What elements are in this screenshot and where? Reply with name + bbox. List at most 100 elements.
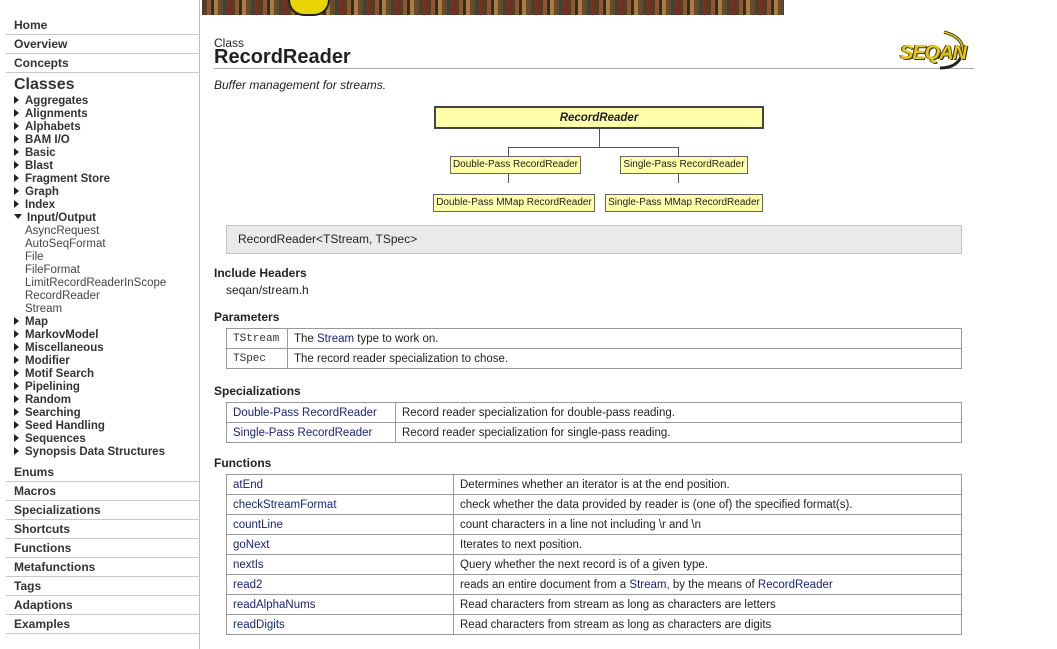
- sidebar-category-label: Modifier: [25, 355, 70, 367]
- sidebar-subitem-recordreader[interactable]: RecordReader: [25, 290, 199, 303]
- sidebar-nav: Home Overview Concepts Classes Aggregate…: [0, 0, 200, 649]
- hierarchy-root-node[interactable]: RecordReader: [434, 106, 764, 129]
- seqan-logo: SEQAN: [900, 28, 972, 70]
- hierarchy-node-double-pass-mmap[interactable]: Double-Pass MMap RecordReader: [433, 194, 595, 212]
- table-row: nextIs Query whether the next record is o…: [226, 554, 962, 575]
- function-link-checkstreamformat[interactable]: checkStreamFormat: [233, 499, 337, 511]
- hierarchy-node-double-pass[interactable]: Double-Pass RecordReader: [450, 156, 581, 174]
- hierarchy-node-single-pass[interactable]: Single-Pass RecordReader: [620, 156, 748, 174]
- sidebar-category-sequences[interactable]: Sequences: [14, 433, 199, 446]
- sidebar-category-label: Miscellaneous: [25, 342, 104, 354]
- sidebar-category-miscellaneous[interactable]: Miscellaneous: [14, 342, 199, 355]
- sidebar-category-label: BAM I/O: [25, 134, 70, 146]
- sidebar-category-label: MarkovModel: [25, 329, 99, 341]
- spec-link-single-pass[interactable]: Single-Pass RecordReader: [233, 427, 372, 439]
- triangle-right-icon: [14, 408, 19, 416]
- function-name-cell: atEnd: [226, 474, 454, 495]
- function-link-gonext[interactable]: goNext: [233, 539, 269, 551]
- sidebar-category-label: Graph: [25, 186, 59, 198]
- sidebar-link-enums[interactable]: Enums: [6, 463, 200, 482]
- sidebar-link-metafunctions[interactable]: Metafunctions: [6, 558, 200, 577]
- sidebar-link-concepts[interactable]: Concepts: [6, 54, 200, 73]
- sidebar-category-graph[interactable]: Graph: [14, 186, 199, 199]
- sidebar-link-examples[interactable]: Examples: [6, 615, 200, 634]
- triangle-right-icon: [14, 200, 19, 208]
- function-link-read2[interactable]: read2: [233, 579, 262, 591]
- spec-link-double-pass[interactable]: Double-Pass RecordReader: [233, 407, 377, 419]
- sidebar-subitem-asyncrequest[interactable]: AsyncRequest: [25, 225, 199, 238]
- sidebar-subitem-limitrecordreaderinscope[interactable]: LimitRecordReaderInScope: [25, 277, 199, 290]
- sidebar-link-functions[interactable]: Functions: [6, 539, 200, 558]
- spec-desc: Record reader specialization for double-…: [395, 402, 962, 423]
- sidebar-category-modifier[interactable]: Modifier: [14, 355, 199, 368]
- sidebar-category-alignments[interactable]: Alignments: [14, 108, 199, 121]
- sidebar-category-pipelining[interactable]: Pipelining: [14, 381, 199, 394]
- sidebar-subitem-fileformat[interactable]: FileFormat: [25, 264, 199, 277]
- hierarchy-connector: [508, 147, 509, 156]
- table-row: readDigits Read characters from stream as…: [226, 614, 962, 635]
- sidebar-link-home[interactable]: Home: [6, 16, 200, 35]
- sidebar-category-markovmodel[interactable]: MarkovModel: [14, 329, 199, 342]
- page-title: RecordReader: [214, 46, 351, 68]
- spec-name-cell: Single-Pass RecordReader: [226, 422, 396, 443]
- sidebar-category-map[interactable]: Map: [14, 316, 199, 329]
- sidebar-link-macros[interactable]: Macros: [6, 482, 200, 501]
- sidebar-category-index[interactable]: Index: [14, 199, 199, 212]
- sidebar-category-random[interactable]: Random: [14, 394, 199, 407]
- function-name-cell: checkStreamFormat: [226, 494, 454, 515]
- triangle-right-icon: [14, 187, 19, 195]
- sidebar-category-seed-handling[interactable]: Seed Handling: [14, 420, 199, 433]
- recordreader-link[interactable]: RecordReader: [758, 579, 833, 591]
- hierarchy-connector: [508, 174, 509, 183]
- sidebar-link-overview[interactable]: Overview: [6, 35, 200, 54]
- sidebar-category-label: Alphabets: [25, 121, 81, 133]
- sidebar-category-bam-i-o[interactable]: BAM I/O: [14, 134, 199, 147]
- banner-logo-icon: [288, 0, 330, 16]
- sidebar-subitem-stream[interactable]: Stream: [25, 303, 199, 316]
- function-desc: Read characters from stream as long as c…: [453, 594, 962, 615]
- function-desc: count characters in a line not including…: [453, 514, 962, 535]
- sidebar-category-input-output[interactable]: Input/Output: [14, 212, 199, 225]
- stream-link[interactable]: Stream: [629, 579, 666, 591]
- table-row: read2 reads an entire document from a Str…: [226, 574, 962, 595]
- sidebar-category-alphabets[interactable]: Alphabets: [14, 121, 199, 134]
- sidebar-category-searching[interactable]: Searching: [14, 407, 199, 420]
- sidebar-category-motif-search[interactable]: Motif Search: [14, 368, 199, 381]
- function-name-cell: readDigits: [226, 614, 454, 635]
- stream-link[interactable]: Stream: [317, 333, 354, 345]
- logo-text: SEQAN: [900, 42, 967, 64]
- sidebar-category-label: Map: [25, 316, 48, 328]
- triangle-right-icon: [14, 447, 19, 455]
- function-link-atend[interactable]: atEnd: [233, 479, 263, 491]
- sidebar-link-tags[interactable]: Tags: [6, 577, 200, 596]
- sidebar-subitem-file[interactable]: File: [25, 251, 199, 264]
- sidebar-link-adaptions[interactable]: Adaptions: [6, 596, 200, 615]
- sidebar-link-shortcuts[interactable]: Shortcuts: [6, 520, 200, 539]
- triangle-right-icon: [14, 369, 19, 377]
- param-desc: The Stream type to work on.: [287, 328, 962, 349]
- sidebar-category-label: Motif Search: [25, 368, 95, 380]
- function-link-readdigits[interactable]: readDigits: [233, 619, 285, 631]
- sidebar-subitem-autoseqformat[interactable]: AutoSeqFormat: [25, 238, 199, 251]
- sidebar-category-aggregates[interactable]: Aggregates: [14, 95, 199, 108]
- function-link-countline[interactable]: countLine: [233, 519, 283, 531]
- triangle-down-icon: [14, 214, 22, 219]
- hierarchy-node-single-pass-mmap[interactable]: Single-Pass MMap RecordReader: [605, 194, 763, 212]
- parameters-table: TStream The Stream type to work on. TSpe…: [226, 328, 962, 369]
- include-header-value: seqan/stream.h: [226, 283, 309, 297]
- sidebar-category-synopsis-data-structures[interactable]: Synopsis Data Structures: [14, 446, 199, 459]
- sidebar-link-specializations[interactable]: Specializations: [6, 501, 200, 520]
- function-link-readalphanums[interactable]: readAlphaNums: [233, 599, 315, 611]
- triangle-right-icon: [14, 395, 19, 403]
- sidebar-category-basic[interactable]: Basic: [14, 147, 199, 160]
- sidebar-category-label: Index: [25, 199, 56, 211]
- table-row: TStream The Stream type to work on.: [226, 328, 962, 349]
- triangle-right-icon: [14, 96, 19, 104]
- triangle-right-icon: [14, 343, 19, 351]
- sidebar-category-label: Sequences: [25, 433, 86, 445]
- sidebar-category-fragment-store[interactable]: Fragment Store: [14, 173, 199, 186]
- sidebar-category-label: Searching: [25, 407, 81, 419]
- triangle-right-icon: [14, 330, 19, 338]
- function-link-nextis[interactable]: nextIs: [233, 559, 264, 571]
- sidebar-category-blast[interactable]: Blast: [14, 160, 199, 173]
